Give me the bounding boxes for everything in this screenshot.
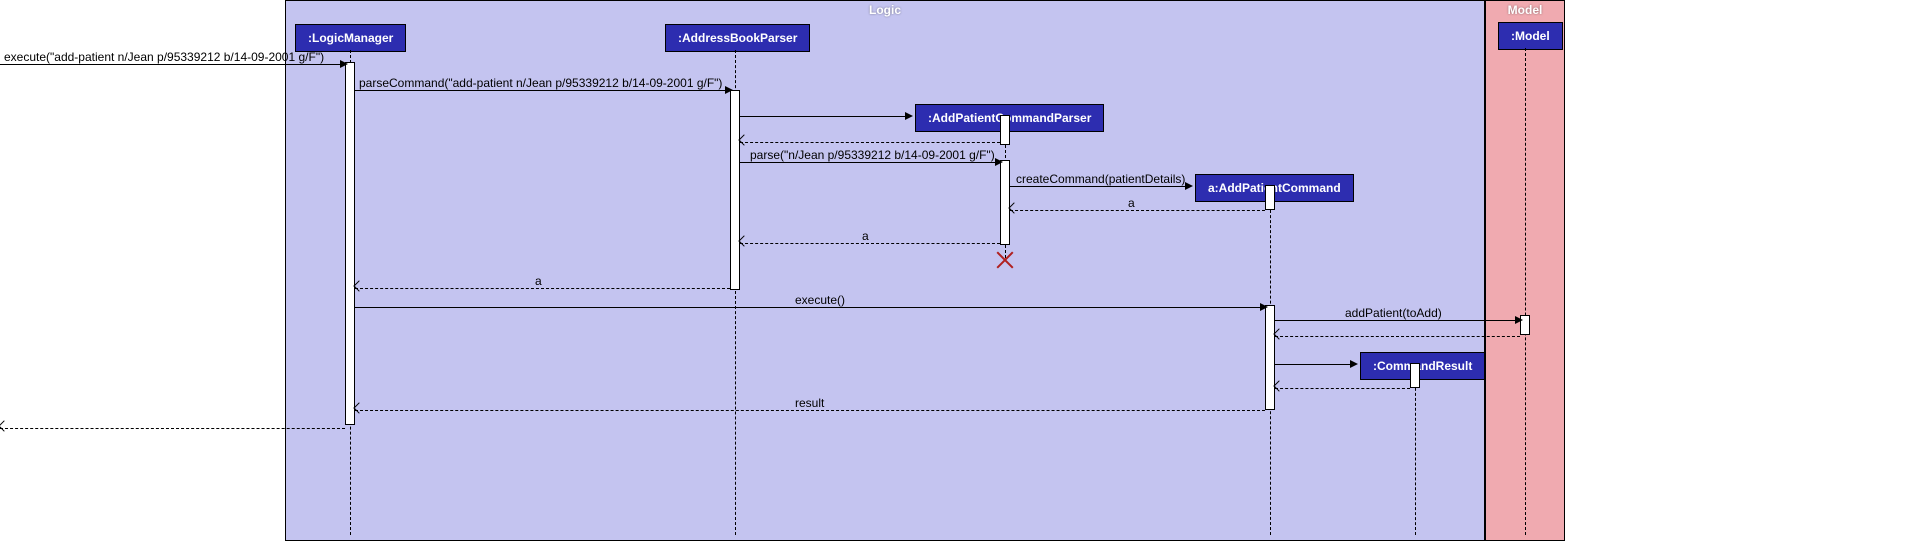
msg-parse: parse("n/Jean p/95339212 b/14-09-2001 g/…: [740, 152, 1005, 166]
msg-return-command-result: [1275, 378, 1410, 392]
msg-label: result: [795, 396, 824, 410]
activation-address-book-parser: [730, 90, 740, 290]
destroy-icon: [996, 251, 1014, 269]
activation-add-patient-command-exec: [1265, 305, 1275, 410]
lifeline-model: [1525, 48, 1526, 535]
msg-label: a: [535, 274, 542, 288]
msg-return-a-3: a: [355, 278, 730, 292]
msg-label: execute(): [795, 293, 845, 307]
participant-command-result: :CommandResult: [1360, 352, 1485, 380]
msg-new-parser: [740, 106, 915, 120]
msg-label: createCommand(patientDetails): [1016, 172, 1185, 186]
msg-parse-command: parseCommand("add-patient n/Jean p/95339…: [355, 80, 735, 94]
msg-return-a-1: a: [1010, 200, 1265, 214]
activation-parser-create: [1000, 115, 1010, 145]
lifeline-command-result: [1415, 378, 1416, 535]
activation-add-patient-command-new: [1265, 185, 1275, 210]
participant-address-book-parser: :AddressBookParser: [665, 24, 810, 52]
msg-execute: execute(): [355, 297, 1270, 311]
region-model-label: Model: [1508, 3, 1543, 17]
msg-final-return: [0, 418, 345, 432]
activation-logic-manager: [345, 62, 355, 425]
msg-return-parser: [740, 132, 1000, 146]
sequence-diagram: Logic Model :LogicManager :AddressBookPa…: [0, 0, 1905, 541]
msg-return-model: [1275, 326, 1520, 340]
msg-return-a-2: a: [740, 233, 1000, 247]
msg-add-patient: addPatient(toAdd): [1275, 310, 1525, 324]
activation-parser-parse: [1000, 160, 1010, 245]
msg-label: a: [1128, 196, 1135, 210]
msg-execute-patient: execute("add-patient n/Jean p/95339212 b…: [0, 54, 350, 68]
participant-logic-manager: :LogicManager: [295, 24, 406, 52]
msg-label: parseCommand("add-patient n/Jean p/95339…: [359, 76, 722, 90]
msg-result: result: [355, 400, 1265, 414]
region-logic-label: Logic: [869, 3, 901, 17]
msg-label: addPatient(toAdd): [1345, 306, 1442, 320]
participant-model: :Model: [1498, 22, 1563, 50]
msg-create-command: createCommand(patientDetails): [1010, 176, 1195, 190]
msg-label: parse("n/Jean p/95339212 b/14-09-2001 g/…: [750, 148, 995, 162]
msg-label: execute("add-patient n/Jean p/95339212 b…: [4, 50, 324, 64]
msg-label: a: [862, 229, 869, 243]
msg-new-command-result: [1275, 354, 1360, 368]
activation-command-result: [1410, 363, 1420, 388]
